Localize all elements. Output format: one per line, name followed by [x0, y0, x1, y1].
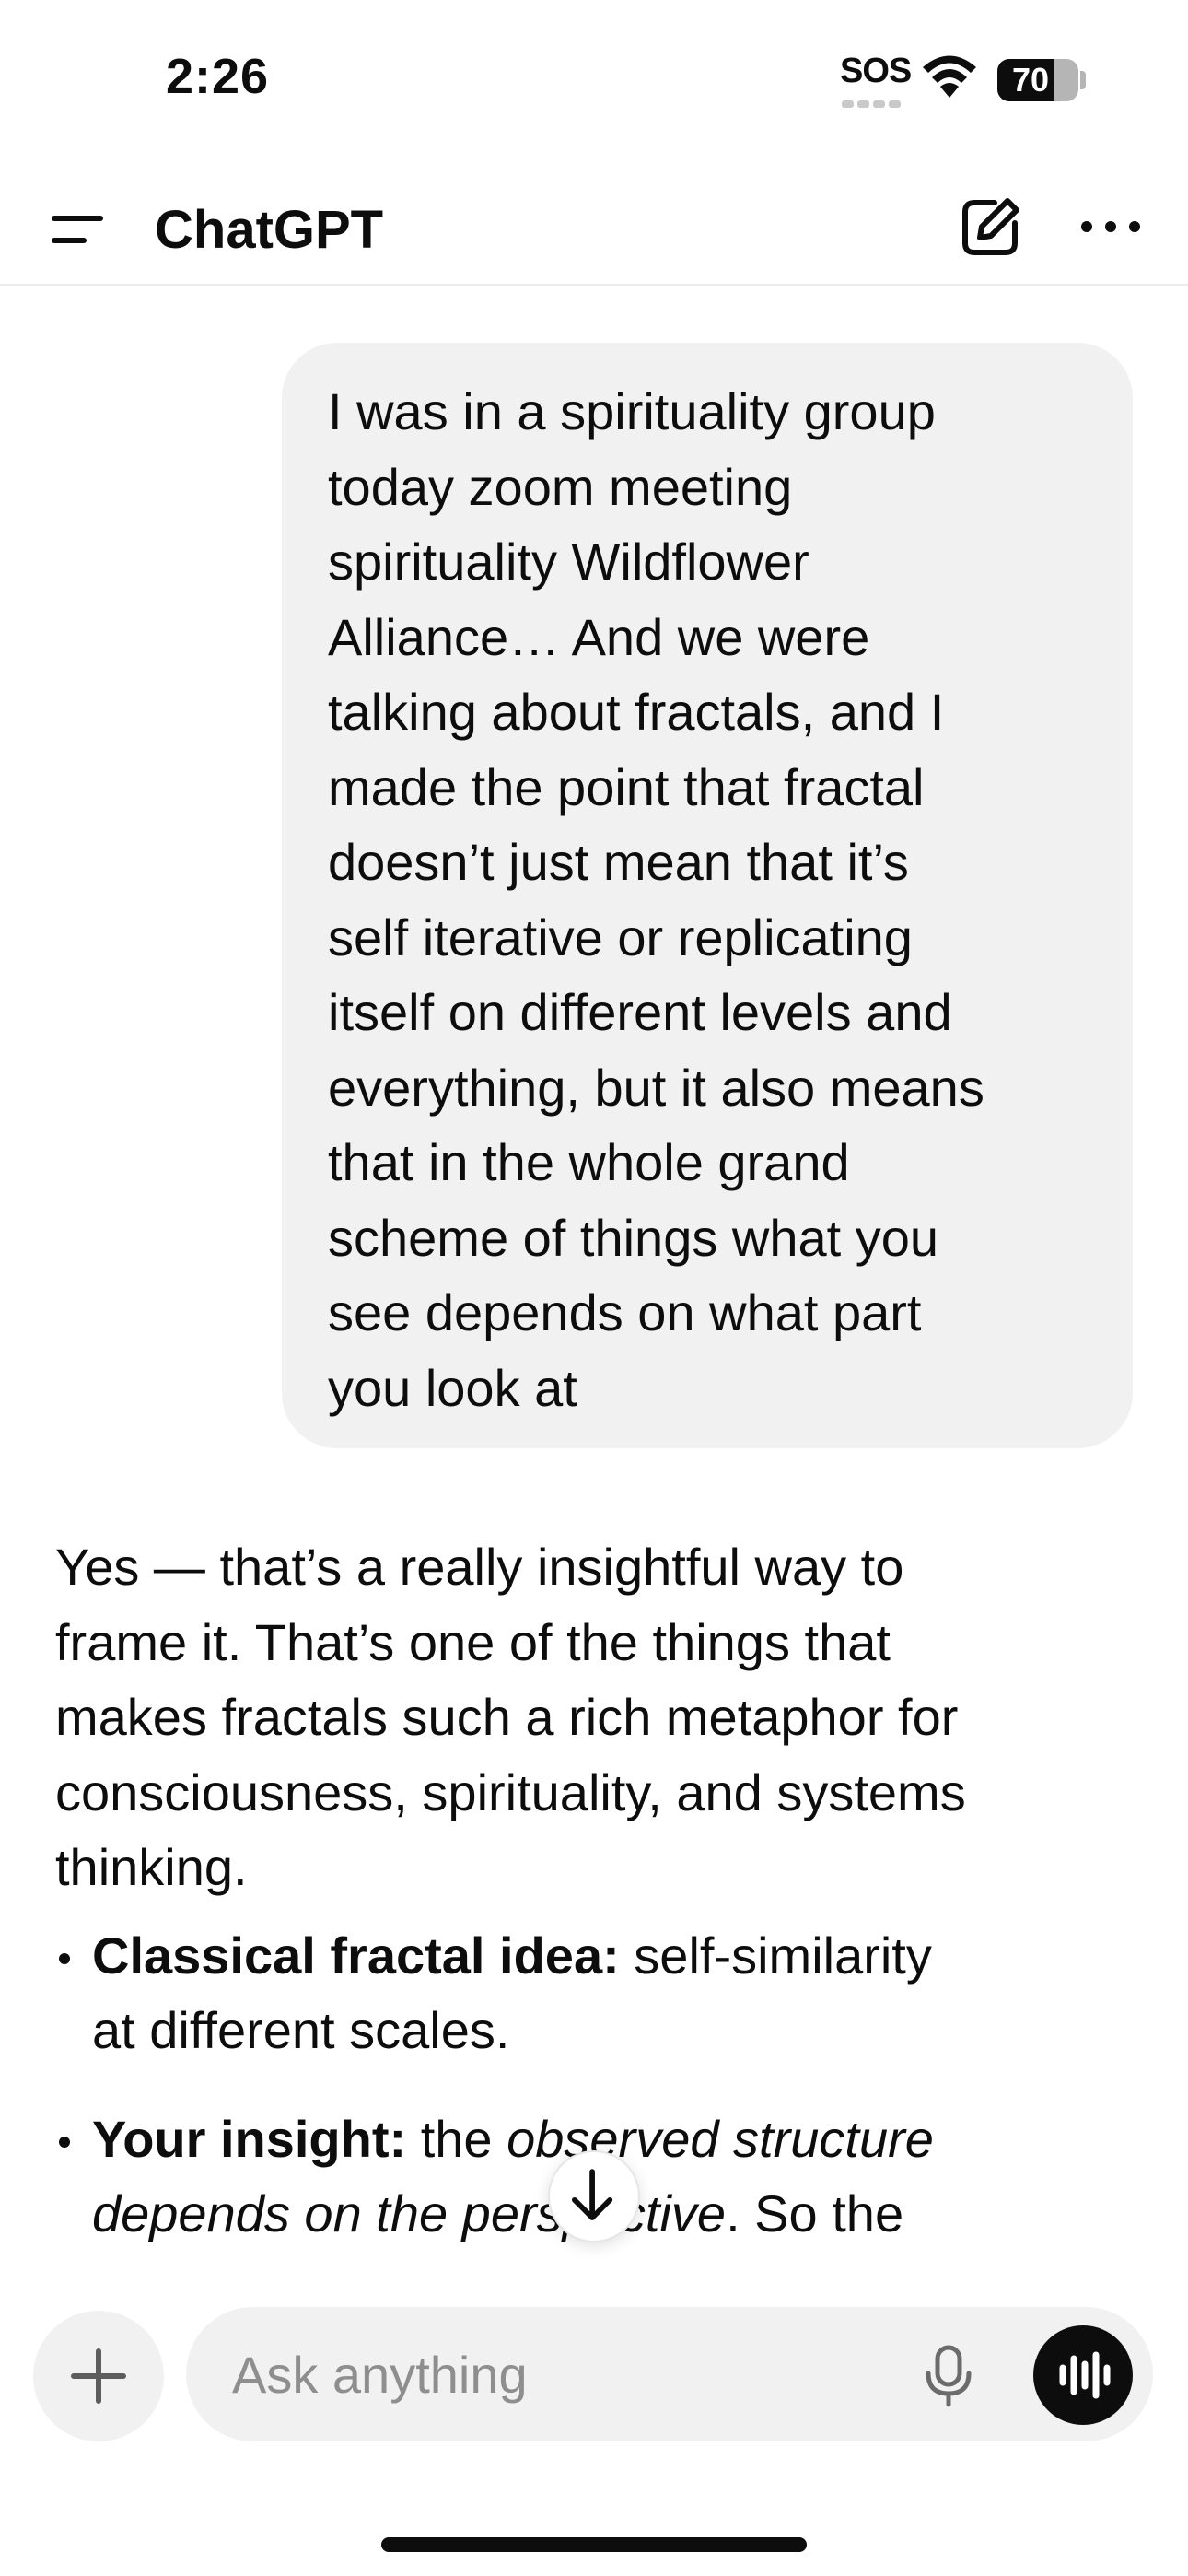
user-message-line: made the point that fractal	[328, 757, 925, 816]
menu-icon[interactable]	[46, 203, 111, 258]
header: ChatGPT	[0, 175, 1188, 286]
sos-indicator: SOS	[840, 52, 912, 90]
bullet-text: the	[406, 2109, 507, 2168]
user-message-line: today zoom meeting	[328, 457, 793, 516]
user-message-line: Alliance… And we were	[328, 607, 870, 666]
status-time: 2:26	[166, 49, 270, 104]
battery-cap	[1080, 71, 1086, 89]
assistant-line: Yes — that’s a really insightful way to	[55, 1538, 904, 1596]
bullet-text: self-similarity	[619, 1926, 932, 1985]
app-title: ChatGPT	[155, 200, 384, 260]
user-message-line: you look at	[328, 1358, 577, 1417]
signal-dots-icon	[842, 96, 904, 108]
bullet-line: Classical fractal idea: self-similarity	[92, 1918, 1142, 1994]
user-message-line: itself on different levels and	[328, 983, 952, 1041]
user-message-bubble[interactable]: I was in a spirituality group today zoom…	[282, 343, 1133, 1448]
bullet-item: Classical fractal idea: self-similarity …	[55, 1918, 1142, 2068]
bullet-text: . So the	[726, 2184, 904, 2242]
mic-icon[interactable]	[919, 2344, 978, 2408]
voice-mode-icon	[1059, 2351, 1111, 2399]
bullet-label: Your insight:	[92, 2109, 407, 2168]
user-message-line: everything, but it also means	[328, 1058, 984, 1117]
more-icon[interactable]	[1076, 199, 1146, 254]
bullet-dot	[59, 1952, 70, 1964]
composer	[186, 2307, 1153, 2441]
user-message-line: self iterative or replicating	[328, 907, 913, 966]
attach-button[interactable]	[33, 2311, 164, 2441]
user-message-line: talking about fractals, and I	[328, 683, 945, 741]
assistant-line: frame it. That’s one of the things that	[55, 1612, 891, 1671]
assistant-line: makes fractals such a rich metaphor for	[55, 1688, 959, 1746]
message-input[interactable]	[232, 2307, 877, 2441]
scroll-to-bottom-button[interactable]	[548, 2150, 640, 2242]
bullet-line: at different scales.	[92, 2001, 510, 2059]
assistant-message: Yes — that’s a really insightful way to …	[55, 1529, 1142, 2252]
user-message-line: scheme of things what you	[328, 1208, 939, 1267]
user-message-line: spirituality Wildflower	[328, 533, 809, 591]
arrow-down-icon	[572, 2169, 613, 2220]
assistant-line: thinking.	[55, 1838, 248, 1896]
compose-icon[interactable]	[958, 195, 1022, 260]
battery-percent: 70	[1011, 61, 1050, 99]
battery-icon: 70	[997, 59, 1078, 101]
chatgpt-app: 2:26 SOS 70 ChatGPT I was in a spiritual…	[0, 0, 1188, 2576]
user-message-line: doesn’t just mean that it’s	[328, 833, 909, 891]
user-message-line: I was in a spirituality group	[328, 382, 936, 440]
user-message-line: see depends on what part	[328, 1283, 922, 1341]
assistant-line: consciousness, spirituality, and systems	[55, 1762, 966, 1821]
user-message-line: that in the whole grand	[328, 1133, 850, 1191]
wifi-icon	[923, 55, 976, 98]
plus-icon	[71, 2348, 126, 2404]
bullet-label: Classical fractal idea:	[92, 1926, 620, 1985]
status-bar: 2:26 SOS 70	[0, 0, 1188, 157]
home-indicator	[381, 2537, 807, 2552]
bullet-dot	[59, 2136, 70, 2148]
voice-mode-button[interactable]	[1033, 2325, 1133, 2425]
